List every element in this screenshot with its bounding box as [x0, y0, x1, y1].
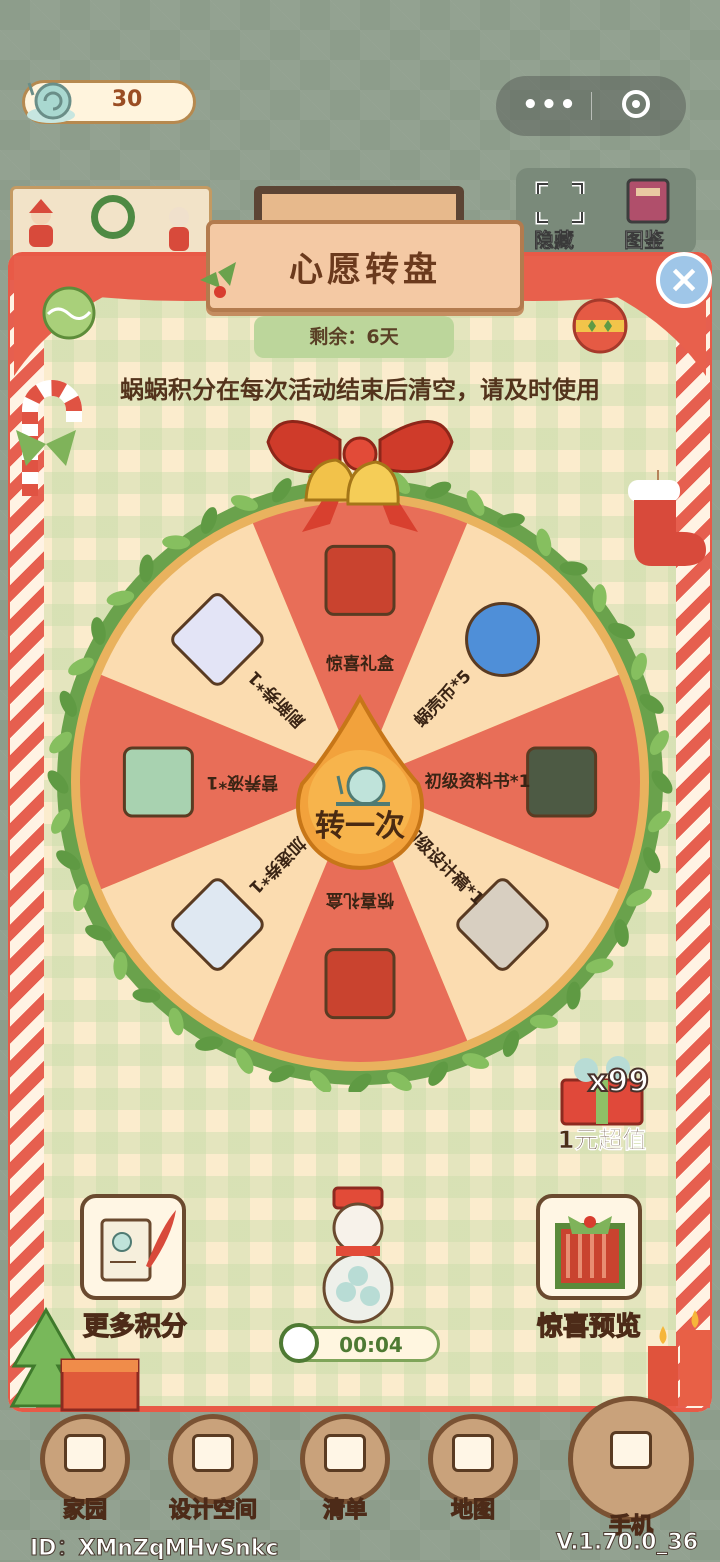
- page-title: 心愿转盘: [289, 250, 441, 290]
- holly-icon: [200, 262, 236, 298]
- snowman-jar-icon[interactable]: [316, 1184, 400, 1324]
- nav-button-home[interactable]: [40, 1414, 130, 1504]
- hide-icon: [535, 181, 585, 225]
- snail-icon: [27, 82, 75, 123]
- book-icon: [526, 746, 598, 818]
- nav-label[interactable]: 地图: [413, 1492, 533, 1524]
- ornament-green-icon: [42, 286, 96, 340]
- top-right-tools: 隐藏 图鉴: [516, 168, 696, 254]
- wreath-icon: [91, 195, 135, 239]
- christmas-postcard[interactable]: [10, 186, 212, 262]
- capsule-divider: [591, 92, 592, 120]
- timer-pill: 00:04: [279, 1323, 440, 1363]
- letter-quill-icon: [100, 1210, 176, 1282]
- nav-label[interactable]: 家园: [25, 1492, 145, 1524]
- player-id: ID：XMnZqMHvSnkc: [30, 1536, 279, 1562]
- ornament-red-icon: [572, 298, 628, 354]
- candles-icon: [648, 1310, 710, 1406]
- version-label: V.1.70.0_36: [555, 1530, 699, 1556]
- remaining-days: 剩余：6天: [254, 316, 454, 358]
- wheel-prize-label: 惊喜礼盒: [325, 890, 394, 911]
- surprise-preview-button[interactable]: [536, 1194, 642, 1300]
- nav-button-list[interactable]: [300, 1414, 390, 1504]
- close-button[interactable]: ×: [656, 252, 712, 308]
- close-miniprogram-button[interactable]: [622, 90, 650, 118]
- points-value: 30: [111, 87, 143, 112]
- list-icon: [324, 1433, 366, 1472]
- more-points-button[interactable]: [80, 1194, 186, 1300]
- deal-multiplier: x99: [587, 1063, 650, 1100]
- hide-label[interactable]: 隐藏: [534, 224, 575, 253]
- phone-icon: [610, 1430, 652, 1469]
- points-counter: 30: [22, 80, 196, 124]
- nav-label[interactable]: 设计空间: [153, 1492, 273, 1524]
- santa-icon: [29, 199, 53, 247]
- home-icon: [64, 1433, 106, 1472]
- wheel-prize-label: 初级资料书*1: [425, 771, 531, 792]
- nav-button-phone[interactable]: [568, 1396, 694, 1522]
- wheel-prize-label: 惊喜礼盒: [326, 653, 395, 674]
- nav-button-design-ruler[interactable]: [168, 1414, 258, 1504]
- one-yuan-deal[interactable]: x99 1元超值: [552, 1044, 652, 1154]
- candy-stripe-right: [676, 280, 710, 1408]
- clock-icon: [279, 1323, 319, 1363]
- title-sign: 心愿转盘: [206, 220, 524, 312]
- timer-value: 00:04: [339, 1333, 403, 1357]
- nav-label[interactable]: 清单: [285, 1492, 405, 1524]
- catalog-book-icon: [626, 178, 670, 224]
- catalog-label[interactable]: 图鉴: [624, 224, 665, 253]
- more-menu-button[interactable]: •••: [522, 90, 578, 120]
- christmas-tree-icon: [9, 1306, 140, 1412]
- spin-label: 转一次: [315, 809, 405, 844]
- gift-box-icon: [324, 544, 396, 616]
- nav-button-map-pin[interactable]: [428, 1414, 518, 1504]
- gift-box-icon: [324, 948, 396, 1020]
- nutrient-bottle-icon: [122, 746, 194, 818]
- design-ruler-icon: [192, 1433, 234, 1472]
- wheel-prize-label: 营养液*1: [207, 772, 279, 793]
- mini-program-capsule: •••: [496, 76, 686, 136]
- gift-box-icon: [555, 1216, 625, 1289]
- deer-icon: [169, 207, 189, 251]
- prize-wheel[interactable]: 惊喜礼盒蜗壳币*5初级资料书*1初级设计稿*1惊喜礼盒加速券*1营养液*1刷新券…: [40, 412, 680, 1092]
- points-clear-notice: 蜗蜗积分在每次活动结束后清空，请及时使用: [120, 376, 600, 404]
- deal-label: 1元超值: [557, 1126, 647, 1155]
- map-pin-icon: [452, 1433, 494, 1472]
